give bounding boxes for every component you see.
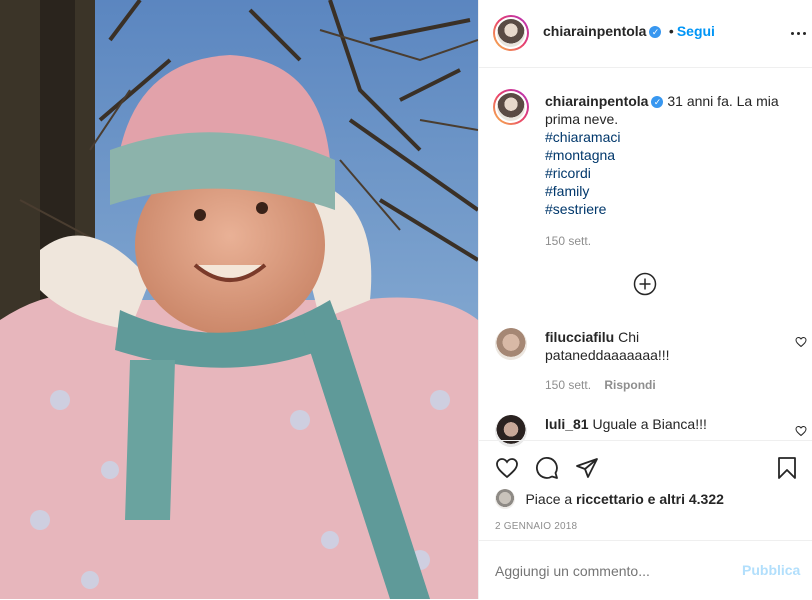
caption-author-avatar[interactable] <box>493 89 529 125</box>
likes-count[interactable]: e altri 4.322 <box>644 491 724 507</box>
save-bookmark-icon[interactable] <box>775 456 799 480</box>
comment-text: Uguale a Bianca!!! <box>592 416 707 432</box>
commenter-username[interactable]: luli_81 <box>545 416 589 432</box>
commenter-avatar[interactable] <box>495 328 527 360</box>
reply-button[interactable]: Rispondi <box>604 378 655 392</box>
comment-time: 150 sett. <box>545 378 592 392</box>
post-panel: chiarainpentola ✓ • Segui chiarainpentola ✓… <box>478 0 812 599</box>
like-heart-icon[interactable] <box>495 456 519 480</box>
hashtag-link[interactable]: #montagna <box>545 146 785 164</box>
commenter-username[interactable]: filucciafilu <box>545 329 614 345</box>
plus-circle-icon <box>633 272 657 296</box>
hashtag-link[interactable]: #family <box>545 182 785 200</box>
likes-prefix: Piace a <box>525 491 577 507</box>
comment-input[interactable] <box>493 559 727 583</box>
commenter-avatar[interactable] <box>495 415 527 447</box>
likes-text: Piace a riccettario e altri 4.322 <box>525 491 723 507</box>
hashtag-link[interactable]: #ricordi <box>545 164 785 182</box>
photo-illustration <box>0 0 478 599</box>
verified-badge-icon: ✓ <box>651 96 664 109</box>
post-header: chiarainpentola ✓ • Segui <box>479 0 812 68</box>
liker-avatar[interactable] <box>495 489 515 509</box>
caption-time: 150 sett. <box>545 234 592 248</box>
more-options-icon[interactable] <box>791 32 811 36</box>
post-date: 2 GENNAIO 2018 <box>495 521 578 532</box>
like-comment-heart-icon[interactable] <box>795 425 807 437</box>
separator-dot: • <box>668 23 674 39</box>
comment-bubble-icon[interactable] <box>535 456 559 480</box>
action-bar: Piace a riccettario e altri 4.322 2 GENN… <box>479 440 812 532</box>
like-comment-heart-icon[interactable] <box>795 336 807 348</box>
likes-row: Piace a riccettario e altri 4.322 <box>495 489 724 509</box>
publish-button[interactable]: Pubblica <box>742 562 800 578</box>
liker-username[interactable]: riccettario <box>576 491 644 507</box>
author-username[interactable]: chiarainpentola <box>543 23 646 39</box>
caption-username[interactable]: chiarainpentola <box>545 93 648 109</box>
load-more-comments-button[interactable] <box>633 272 657 296</box>
follow-button[interactable]: Segui <box>677 23 715 39</box>
hashtag-link[interactable]: #sestriere <box>545 200 785 218</box>
author-avatar[interactable] <box>493 15 529 51</box>
share-paper-plane-icon[interactable] <box>575 456 599 480</box>
hashtag-link[interactable]: #chiaramaci <box>545 128 785 146</box>
post-caption: chiarainpentola ✓ 31 anni fa. La mia prim… <box>545 92 785 250</box>
verified-badge-icon: ✓ <box>649 25 662 38</box>
add-comment-bar: Pubblica <box>479 540 812 600</box>
post-photo[interactable] <box>0 0 478 599</box>
